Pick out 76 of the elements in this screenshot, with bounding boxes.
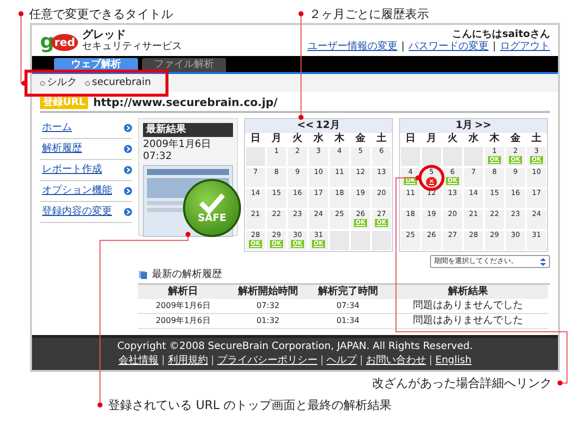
arrow-circle-icon <box>124 166 132 174</box>
footer-link[interactable]: プライバシーポリシー <box>217 354 318 366</box>
previous-month-link[interactable]: << <box>297 120 314 132</box>
link-separator: | <box>162 354 165 366</box>
weekday-label: 火 <box>292 133 304 146</box>
nav-link[interactable]: 解析履歴 <box>42 143 82 156</box>
weekday-label: 金 <box>354 133 366 146</box>
weekday-label: 水 <box>312 133 324 146</box>
table-cell: 問題はありませんでした <box>388 313 548 328</box>
link-separator: | <box>429 354 432 366</box>
table-cell: 01:34 <box>308 313 388 328</box>
header-link[interactable]: ユーザー情報の変更 <box>307 40 398 53</box>
annotation-text: ２ヶ月ごとに履歴表示 <box>309 6 429 21</box>
weekday-label: 木 <box>488 133 500 146</box>
caret-icon <box>540 258 546 266</box>
footer-link[interactable]: 利用規約 <box>168 354 208 366</box>
history-title: 最新の解析履歴 <box>152 268 222 281</box>
footer-link[interactable]: ヘルプ <box>326 354 357 366</box>
breadcrumb-link[interactable]: securebrain <box>85 77 151 90</box>
checkmark-icon <box>198 192 226 214</box>
brand-subtitle: セキュリティサービス <box>82 41 182 54</box>
footer-link[interactable]: English <box>435 354 472 366</box>
arrow-circle-icon <box>124 124 132 132</box>
url-label: 登録URL <box>40 96 88 109</box>
header-link[interactable]: パスワードの変更 <box>408 40 489 53</box>
weekday-label: 土 <box>376 133 388 146</box>
column-header: 解析日 <box>138 284 228 299</box>
result-time: 2009年1月6日 07:32 <box>143 139 212 164</box>
link-separator: | <box>401 40 405 53</box>
column-header: 解析開始時間 <box>228 284 308 299</box>
link-separator: | <box>360 354 363 366</box>
month-label: 1月 <box>456 120 473 132</box>
link-separator: | <box>492 40 496 53</box>
table-cell: 01:32 <box>228 313 308 328</box>
weekday-label: 日 <box>250 133 262 146</box>
next-month-link[interactable]: >> <box>474 120 492 132</box>
annotation-text: 改ざんがあった場合詳細へリンク <box>372 376 552 390</box>
header-link[interactable]: ログアウト <box>500 40 550 53</box>
tab[interactable]: ファイル解析 <box>142 58 226 72</box>
weekday-label: 水 <box>467 133 480 146</box>
status-label: SAFE <box>198 214 226 224</box>
weekday-label: 日 <box>404 133 416 146</box>
column-header: 解析結果 <box>388 284 548 299</box>
nav-link[interactable]: ホーム <box>42 122 72 134</box>
month-label: 12月 <box>316 120 340 132</box>
column-header: 解析完了時間 <box>308 284 388 299</box>
table-cell: 07:32 <box>228 298 308 314</box>
brand-name: グレッド <box>82 28 128 42</box>
weekday-label: 土 <box>530 133 542 146</box>
weekday-label: 金 <box>510 133 522 146</box>
annotation-text: 登録されている URL のトップ画面と最終の解析結果 <box>108 398 392 412</box>
weekday-label: 火 <box>446 133 458 146</box>
arrow-circle-icon <box>124 187 132 196</box>
annotation-text: 任意で変更できるタイトル <box>29 6 173 21</box>
arrow-circle-icon <box>124 145 132 154</box>
weekday-label: 木 <box>334 133 346 146</box>
arrow-circle-icon <box>124 208 132 216</box>
copyright-text: Copyright ©2008 SecureBrain Corporation, JAPAN. All Rights Reserved. <box>116 340 474 353</box>
link-separator: | <box>210 354 214 366</box>
footer-link[interactable]: お問い合わせ <box>366 354 426 366</box>
table-cell: 2009年1月6日 <box>138 298 228 314</box>
nav-link[interactable]: レポート作成 <box>42 164 102 176</box>
link-separator: | <box>320 354 324 366</box>
footer-link[interactable]: 会社情報 <box>118 354 158 366</box>
nav-link[interactable]: オプション機能 <box>42 185 112 198</box>
table-cell: 07:34 <box>308 298 388 314</box>
table-cell: 問題はありませんでした <box>388 298 548 314</box>
document-icon <box>138 270 148 280</box>
weekday-label: 月 <box>426 133 438 146</box>
weekday-label: 月 <box>270 133 282 146</box>
table-cell: 2009年1月6日 <box>138 313 228 328</box>
card-title: 最新結果 <box>143 123 233 138</box>
nav-link[interactable]: 登録内容の変更 <box>42 206 112 218</box>
greeting: こんにちはsaitoさん <box>451 28 550 40</box>
site-url: http://www.securebrain.co.jp/ <box>93 96 278 110</box>
breadcrumb-link[interactable]: シルク <box>40 77 77 90</box>
